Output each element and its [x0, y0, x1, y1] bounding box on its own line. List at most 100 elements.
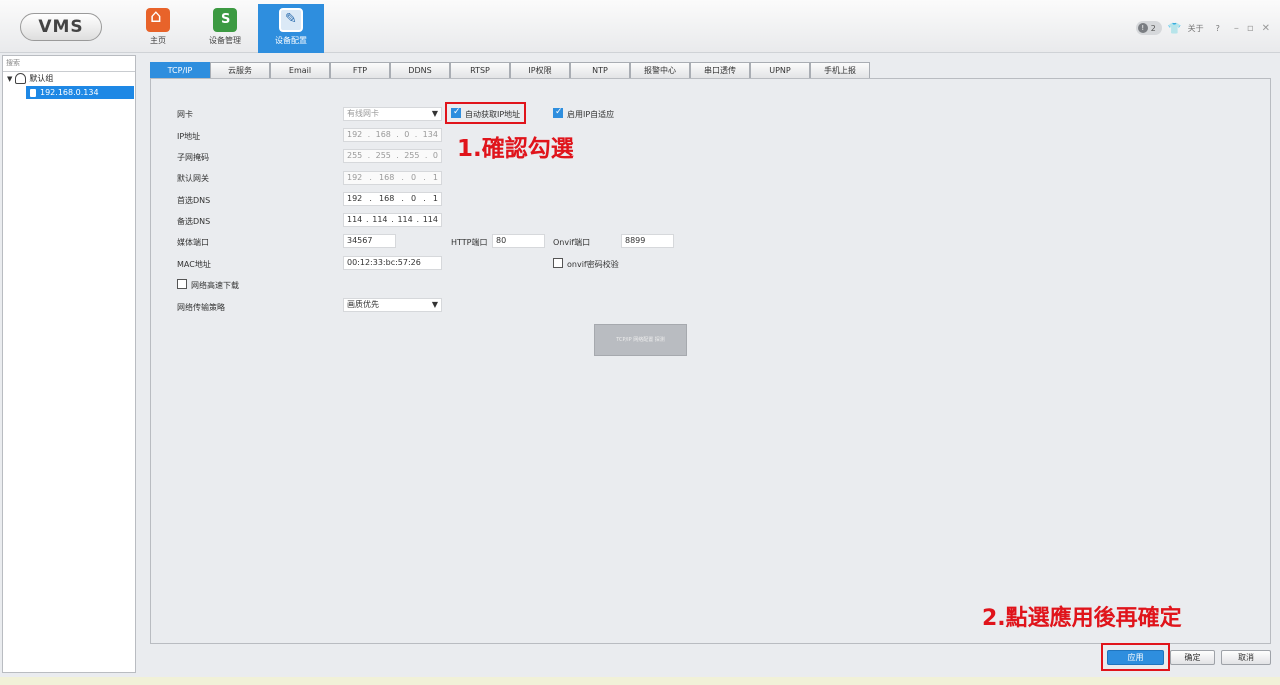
tcpip-content-panel [150, 78, 1271, 644]
dns1-octet: 168 [379, 194, 395, 203]
config-tabs: TCP/IP 云服务 Email FTP DDNS RTSP IP权限 NTP … [150, 62, 870, 78]
nav-device-config[interactable]: 设备配置 [258, 4, 324, 53]
annotation-step2: 2.點選應用後再確定 [982, 606, 1182, 631]
mask-octet: 255 [404, 151, 420, 160]
ip-octet: 192 [347, 130, 363, 139]
strategy-select[interactable]: 画质优先 ▼ [343, 298, 442, 312]
ip-octet: 168 [375, 130, 391, 139]
mask-label: 子网掩码 [177, 153, 209, 162]
top-right-tools: ! 2 👕 关于 ? – ▫ ✕ [1135, 20, 1270, 36]
nic-select[interactable]: 有线网卡 ▼ [343, 107, 442, 121]
help-icon[interactable]: ? [1216, 24, 1220, 33]
ip-octet: 0 [404, 130, 410, 139]
media-port-label: 媒体端口 [177, 238, 209, 247]
mask-octet: 255 [375, 151, 391, 160]
tree-group-default[interactable]: ▼ 默认组 [7, 73, 53, 84]
dns1-octet: 192 [347, 194, 363, 203]
tab-ftp[interactable]: FTP [330, 62, 390, 78]
dns2-label: 备选DNS [177, 217, 211, 226]
alarm-badge[interactable]: ! 2 [1135, 21, 1162, 35]
gateway-octet: 0 [411, 173, 417, 182]
annotation-box-auto-ip [445, 102, 526, 124]
ok-button[interactable]: 确定 [1170, 650, 1215, 665]
nic-label: 网卡 [177, 110, 193, 119]
nav-home[interactable]: 主页 [140, 4, 176, 53]
gateway-field[interactable]: 192. 168. 0. 1 [343, 171, 442, 185]
tree-device-item[interactable]: 192.168.0.134 [26, 86, 134, 99]
nav-device-manager-label: 设备管理 [209, 36, 241, 45]
dns2-octet: 114 [372, 215, 388, 224]
gateway-octet: 192 [347, 173, 363, 182]
close-button[interactable]: ✕ [1262, 23, 1270, 34]
dns1-octet: 1 [432, 194, 438, 203]
gateway-octet: 1 [432, 173, 438, 182]
onvif-port-label: Onvif端口 [553, 238, 591, 247]
gateway-octet: 168 [379, 173, 395, 182]
group-label: 默认组 [29, 74, 54, 83]
ip-adaptive-label: 启用IP自适应 [567, 110, 615, 119]
annotation-step1: 1.確認勾選 [457, 136, 574, 162]
media-port-field[interactable]: 34567 [343, 234, 396, 248]
tab-rtsp[interactable]: RTSP [450, 62, 510, 78]
tab-alarm-center[interactable]: 报警中心 [630, 62, 690, 78]
gateway-label: 默认网关 [177, 174, 209, 183]
dns2-octet: 114 [347, 215, 363, 224]
secondary-dns-field[interactable]: 114. 114. 114. 114 [343, 213, 442, 227]
skin-icon[interactable]: 👕 [1168, 22, 1182, 35]
tab-mobile-report[interactable]: 手机上报 [810, 62, 870, 78]
dropdown-arrow-icon: ▼ [431, 300, 438, 309]
dns1-octet: 0 [411, 194, 417, 203]
dns1-label: 首选DNS [177, 196, 211, 205]
search-input[interactable]: 搜索 [3, 56, 135, 72]
chevron-down-icon[interactable]: ▼ [7, 75, 12, 83]
strategy-value: 画质优先 [347, 300, 379, 309]
cancel-button[interactable]: 取消 [1221, 650, 1271, 665]
device-tree-panel: 搜索 ▼ 默认组 192.168.0.134 [2, 55, 136, 673]
http-port-field[interactable]: 80 [492, 234, 545, 248]
tab-ntp[interactable]: NTP [570, 62, 630, 78]
minimize-button[interactable]: – [1234, 23, 1239, 34]
tab-upnp[interactable]: UPNP [750, 62, 810, 78]
top-bar: VMS 主页 设备管理 设备配置 ! 2 👕 关于 ? – ▫ ✕ [0, 0, 1280, 53]
tab-ddns[interactable]: DDNS [390, 62, 450, 78]
device-manager-icon [213, 8, 237, 32]
mac-label: MAC地址 [177, 260, 211, 269]
about-link[interactable]: 关于 [1188, 23, 1204, 34]
tab-cloud[interactable]: 云服务 [210, 62, 270, 78]
http-port-label: HTTP端口 [451, 238, 488, 247]
user-group-icon [15, 73, 27, 84]
restore-button[interactable]: ▫ [1247, 23, 1254, 34]
strategy-label: 网络传输策略 [177, 303, 225, 312]
app-logo: VMS [20, 13, 102, 41]
onvif-auth-checkbox[interactable] [553, 258, 563, 268]
dns2-octet: 114 [422, 215, 438, 224]
dropdown-arrow-icon: ▼ [431, 109, 438, 118]
device-label: 192.168.0.134 [40, 88, 99, 97]
nic-value: 有线网卡 [347, 109, 379, 118]
subnet-mask-field[interactable]: 255. 255. 255. 0 [343, 149, 442, 163]
fast-download-label: 网络高速下载 [191, 281, 239, 290]
mask-octet: 0 [432, 151, 438, 160]
tab-tcpip[interactable]: TCP/IP [150, 62, 210, 78]
probe-button[interactable]: TCP/IP 网络配置 探测 [594, 324, 687, 356]
tab-ip-permission[interactable]: IP权限 [510, 62, 570, 78]
nav-home-label: 主页 [150, 36, 166, 45]
onvif-port-field[interactable]: 8899 [621, 234, 674, 248]
tab-serial-passthrough[interactable]: 串口透传 [690, 62, 750, 78]
fast-download-checkbox[interactable] [177, 279, 187, 289]
primary-dns-field[interactable]: 192. 168. 0. 1 [343, 192, 442, 206]
nav-device-manager[interactable]: 设备管理 [200, 4, 250, 53]
mask-octet: 255 [347, 151, 363, 160]
home-icon [146, 6, 170, 32]
bottom-strip [0, 677, 1280, 685]
alarm-count: 2 [1150, 23, 1156, 33]
tab-email[interactable]: Email [270, 62, 330, 78]
alert-icon: ! [1137, 23, 1148, 33]
nav-device-config-label: 设备配置 [275, 36, 307, 45]
mac-address-field[interactable]: 00:12:33:bc:57:26 [343, 256, 442, 270]
onvif-auth-label: onvif密码校验 [567, 260, 619, 269]
ip-adaptive-checkbox[interactable] [553, 107, 563, 118]
apply-button[interactable]: 应用 [1107, 650, 1164, 665]
ip-address-field[interactable]: 192. 168. 0. 134 [343, 128, 442, 142]
dns2-octet: 114 [397, 215, 413, 224]
